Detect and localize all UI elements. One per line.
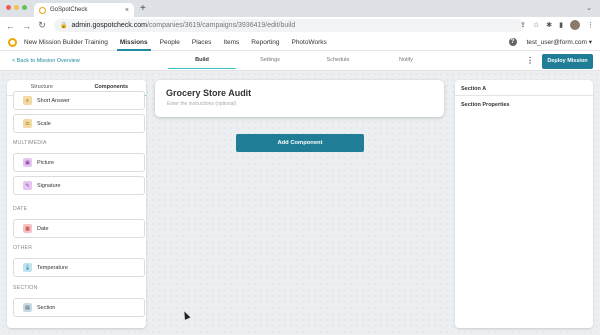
component-short-answer[interactable]: ≡ Short Answer (13, 91, 145, 110)
tab-title: GoSpotCheck (50, 7, 88, 13)
mission-title[interactable]: Grocery Store Audit (166, 88, 251, 98)
nav-missions[interactable]: Missions (114, 34, 154, 51)
help-icon[interactable]: ? (508, 38, 517, 46)
components-panel: Structure Components ≡ Short Answer ⚖ Sc… (7, 80, 146, 328)
more-options-icon[interactable]: ⋮ (526, 56, 534, 65)
component-date[interactable]: ▦ Date (13, 219, 145, 238)
user-menu[interactable]: test_user@form.com ▾ (527, 38, 593, 46)
bookmark-star-icon[interactable]: ☆ (533, 21, 539, 29)
section-header-multimedia: MULTIMEDIA (13, 140, 47, 146)
component-section[interactable]: ▤ Section (13, 298, 145, 317)
nav-people[interactable]: People (154, 34, 186, 51)
tab-settings[interactable]: Settings (236, 51, 304, 71)
properties-panel: Section A Section Properties (455, 80, 593, 328)
tab-notify[interactable]: Notify (372, 51, 440, 71)
picture-icon: ▣ (23, 158, 32, 167)
component-label: Signature (37, 182, 61, 189)
section-header-other: OTHER (13, 245, 33, 251)
component-label: Scale (37, 120, 51, 127)
profile-avatar[interactable] (570, 20, 580, 30)
tab-schedule[interactable]: Schedule (304, 51, 372, 71)
component-label: Date (37, 225, 49, 232)
add-component-button[interactable]: Add Component (236, 134, 364, 152)
builder-tabs: Build Settings Schedule Notify (168, 51, 440, 71)
url-path: /companies/3619/campaigns/3936419/edit/b… (146, 22, 296, 29)
component-temperature[interactable]: 🌡 Temperature (13, 258, 145, 277)
nav-items[interactable]: Items (217, 34, 245, 51)
section-header-section: SECTION (13, 285, 38, 291)
app-header: New Mission Builder Training Missions Pe… (0, 34, 600, 51)
favicon-icon (39, 6, 46, 14)
browser-menu-icon[interactable]: ⋮ (587, 21, 594, 29)
nav-reporting[interactable]: Reporting (245, 34, 285, 51)
component-signature[interactable]: ✎ Signature (13, 176, 145, 195)
divider (455, 95, 593, 96)
window-controls[interactable] (6, 5, 27, 10)
section-name: Section A (461, 86, 487, 92)
calendar-icon: ▦ (23, 224, 32, 233)
component-scale[interactable]: ⚖ Scale (13, 114, 145, 133)
browser-toolbar: ← → ↻ 🔒 admin.gospotcheck.com /companies… (0, 17, 600, 34)
signature-icon: ✎ (23, 181, 32, 190)
thermometer-icon: 🌡 (23, 263, 32, 272)
section-properties-heading: Section Properties (461, 102, 510, 108)
tab-search-icon[interactable]: ⌄ (586, 4, 592, 12)
component-label: Short Answer (37, 97, 70, 104)
component-label: Section (37, 304, 56, 311)
lock-icon: 🔒 (60, 23, 68, 29)
share-icon[interactable]: ⇪ (520, 21, 526, 29)
gospotcheck-logo-icon[interactable] (8, 37, 17, 47)
instructions-input[interactable]: Enter the instructions (optional) (167, 101, 236, 107)
nav-places[interactable]: Places (186, 34, 218, 51)
builder-subnav: < Back to Mission Overview Build Setting… (0, 51, 600, 71)
component-label: Temperature (37, 264, 68, 271)
section-card[interactable]: Grocery Store Audit Enter the instructio… (155, 80, 444, 117)
section-header-date: DATE (13, 206, 28, 212)
back-to-overview-link[interactable]: < Back to Mission Overview (12, 58, 80, 64)
deploy-mission-button[interactable]: Deploy Mission (542, 54, 593, 69)
extensions-icon[interactable]: ✱ (546, 21, 552, 29)
nav-photoworks[interactable]: PhotoWorks (285, 34, 332, 51)
scale-icon: ⚖ (23, 119, 32, 128)
browser-actions: ⇪ ☆ ✱ ▮ ⋮ (520, 20, 594, 30)
tab-build[interactable]: Build (168, 51, 236, 71)
browser-tab[interactable]: GoSpotCheck × (34, 3, 134, 17)
reload-icon[interactable]: ↻ (38, 20, 46, 31)
sidebar-icon[interactable]: ▮ (559, 21, 563, 29)
new-tab-button[interactable]: + (140, 3, 146, 14)
component-picture[interactable]: ▣ Picture (13, 153, 145, 172)
back-arrow-icon[interactable]: ← (6, 21, 15, 31)
component-label: Picture (37, 159, 55, 166)
url-host: admin.gospotcheck.com (71, 22, 147, 29)
forward-arrow-icon[interactable]: → (22, 21, 31, 31)
browser-tabstrip: GoSpotCheck × + ⌄ (0, 0, 600, 17)
text-icon: ≡ (23, 96, 32, 105)
tab-close-icon[interactable]: × (125, 7, 129, 14)
address-bar[interactable]: 🔒 admin.gospotcheck.com /companies/3619/… (54, 19, 524, 32)
section-icon: ▤ (23, 303, 32, 312)
app-title: New Mission Builder Training (24, 38, 108, 46)
